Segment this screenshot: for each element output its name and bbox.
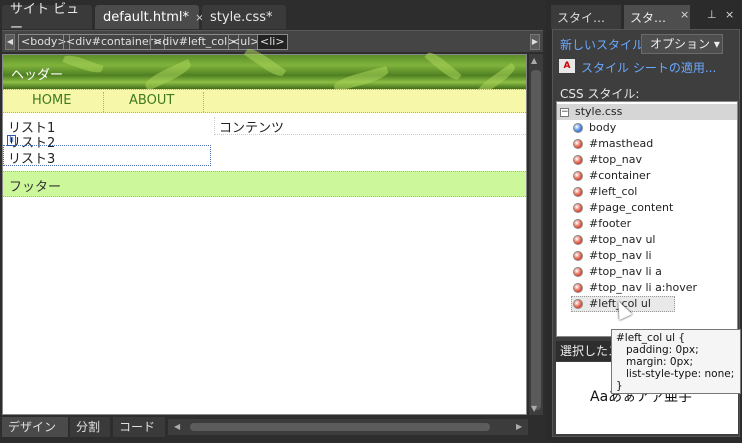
code-view-button[interactable]: コード	[113, 417, 165, 437]
selected-element-outline	[3, 145, 211, 166]
rule-label: #footer	[589, 217, 632, 230]
masthead-text: ヘッダー	[11, 68, 64, 83]
design-surface[interactable]: ヘッダー HOME ABOUT リスト1 リスト2 リスト3 li コンテンツ …	[2, 45, 527, 415]
top-nav: HOME ABOUT	[3, 89, 526, 113]
tab-label: default.html*	[103, 9, 189, 25]
tab-site-view[interactable]: サイト ビュー	[2, 2, 92, 36]
footer-text: フッター	[9, 180, 62, 195]
rule-type-icon	[573, 219, 583, 229]
rule-label: #top_nav ul	[589, 233, 656, 246]
rule-label: #top_nav li a:hover	[589, 281, 698, 294]
rule-label: #top_nav	[589, 153, 642, 166]
css-rule-tree[interactable]: − style.css body #masthead #top_nav #contai…	[556, 101, 738, 337]
css-rule-tooltip: #left_col ul { padding: 0px; margin: 0px…	[611, 329, 741, 394]
breadcrumb-item[interactable]: <div#left_col>	[150, 34, 240, 50]
rule-type-icon	[573, 299, 583, 309]
nav-link-about[interactable]: ABOUT	[129, 93, 174, 108]
rule-type-icon	[573, 187, 583, 197]
page-content: コンテンツ	[214, 117, 526, 136]
tab-style-application[interactable]: スタイ…	[551, 5, 621, 29]
tree-root[interactable]: − style.css	[557, 104, 737, 120]
tab-label: style.css*	[210, 9, 273, 25]
tab-default-html[interactable]: default.html* ×	[95, 5, 204, 29]
split-view-button[interactable]: 分割	[70, 417, 110, 437]
editor-pane: サイト ビュー default.html* × style.css* ◀ <bod…	[0, 0, 546, 443]
view-mode-bar: デザイン 分割 コード ◀ ▶	[0, 415, 546, 443]
tooltip-line: margin: 0px;	[626, 356, 694, 368]
scroll-left-icon[interactable]: ◀	[174, 422, 180, 431]
scroll-down-icon[interactable]: ▼	[531, 404, 537, 413]
rule-label: #page_content	[589, 201, 674, 214]
nav-link-home[interactable]: HOME	[32, 93, 71, 108]
collapse-icon[interactable]: −	[560, 108, 569, 117]
rule-type-icon	[573, 267, 583, 277]
rule-label: #left_col	[589, 185, 638, 198]
tree-root-label: style.css	[575, 105, 623, 118]
rule-type-icon	[573, 171, 583, 181]
rule-type-icon	[573, 203, 583, 213]
close-icon[interactable]: ×	[680, 8, 689, 21]
pin-icon[interactable]: ⊥	[707, 8, 717, 21]
rule-label: body	[589, 121, 617, 134]
close-icon[interactable]: ×	[725, 8, 734, 21]
tooltip-line: padding: 0px;	[626, 344, 699, 356]
stylesheet-icon: A	[559, 59, 575, 73]
rule-type-icon	[573, 155, 583, 165]
rule-type-icon	[573, 235, 583, 245]
rule-type-icon	[573, 123, 583, 133]
chevron-right-icon[interactable]: ▶	[530, 34, 540, 50]
rule-label: #masthead	[589, 137, 654, 150]
footer: フッター	[3, 171, 526, 197]
breadcrumb-item[interactable]: <li>	[257, 34, 288, 50]
tab-style-css[interactable]: style.css*	[202, 5, 286, 29]
scroll-right-icon[interactable]: ▶	[516, 422, 522, 431]
rule-label: #container	[589, 169, 651, 182]
rule-type-icon	[573, 251, 583, 261]
chevron-left-icon[interactable]: ◀	[5, 34, 15, 50]
scroll-up-icon[interactable]: ▲	[531, 56, 537, 65]
options-dropdown[interactable]: オプション ▾	[641, 34, 723, 54]
css-styles-label: CSS スタイル:	[560, 87, 640, 101]
scroll-thumb[interactable]	[190, 423, 490, 431]
element-tag-badge: li	[7, 135, 17, 146]
rule-label: #top_nav li	[589, 249, 652, 262]
breadcrumb-item[interactable]: <body>	[18, 34, 70, 50]
tooltip-line: list-style-type: none;	[626, 368, 735, 380]
tooltip-line: #left_col ul {	[616, 332, 686, 344]
scroll-thumb[interactable]	[531, 70, 541, 410]
rule-type-icon	[573, 139, 583, 149]
rule-type-icon	[573, 283, 583, 293]
horizontal-scrollbar[interactable]: ◀ ▶	[168, 419, 528, 435]
tooltip-line: }	[616, 380, 623, 392]
masthead: ヘッダー	[3, 45, 526, 98]
design-view-button[interactable]: デザイン	[2, 417, 68, 437]
rule-label: #top_nav li a	[589, 265, 662, 278]
content-text: コンテンツ	[219, 121, 285, 136]
vertical-scrollbar[interactable]: ▲ ▼	[529, 54, 543, 415]
breadcrumb: ◀ <body> <div#container> <div#left_col> …	[2, 30, 543, 52]
apply-stylesheet-link[interactable]: スタイル シートの適用...	[581, 59, 716, 76]
